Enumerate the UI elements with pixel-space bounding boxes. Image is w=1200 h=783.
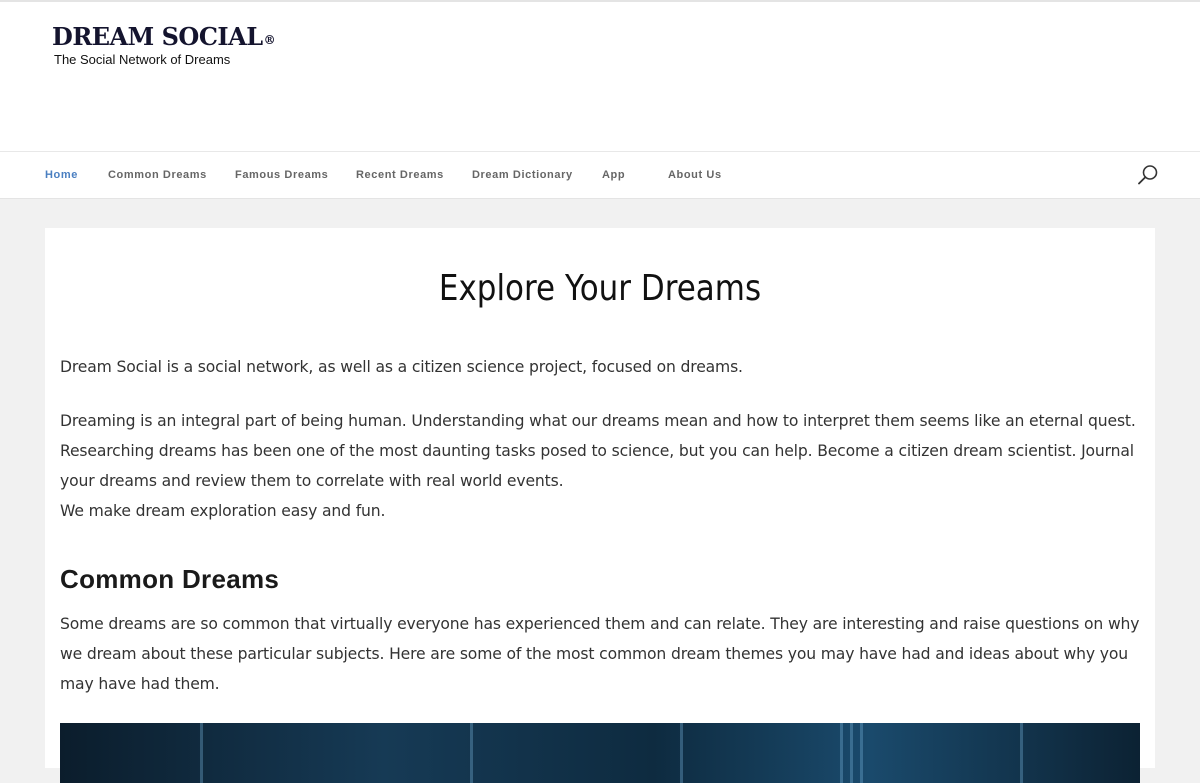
main-navigation: Home Common Dreams Famous Dreams Recent … [0, 151, 1200, 199]
main-content: Explore Your Dreams Dream Social is a so… [45, 228, 1155, 783]
search-icon [1138, 165, 1158, 185]
nav-item-app[interactable]: App [602, 169, 625, 181]
nav-item-common-dreams[interactable]: Common Dreams [108, 169, 207, 181]
common-dreams-image [60, 723, 1140, 783]
intro-paragraph: Dream Social is a social network, as wel… [60, 358, 743, 376]
logo-title: DREAM SOCIAL® [52, 22, 276, 51]
registered-mark: ® [263, 33, 276, 47]
exploration-paragraph: We make dream exploration easy and fun. [60, 502, 386, 520]
nav-item-recent-dreams[interactable]: Recent Dreams [356, 169, 444, 181]
site-header: DREAM SOCIAL® The Social Network of Drea… [0, 2, 1200, 151]
common-dreams-heading: Common Dreams [60, 564, 280, 594]
dreaming-paragraph: Dreaming is an integral part of being hu… [60, 412, 1136, 490]
nav-item-famous-dreams[interactable]: Famous Dreams [235, 169, 328, 181]
common-dreams-paragraph: Some dreams are so common that virtually… [60, 615, 1140, 693]
nav-item-home[interactable]: Home [45, 169, 78, 181]
site-logo[interactable]: DREAM SOCIAL® The Social Network of Drea… [52, 22, 276, 67]
nav-item-dream-dictionary[interactable]: Dream Dictionary [472, 169, 573, 181]
page-title: Explore Your Dreams [438, 268, 762, 309]
logo-tagline: The Social Network of Dreams [54, 52, 231, 67]
nav-item-about-us[interactable]: About Us [668, 169, 722, 181]
search-button[interactable] [1136, 163, 1160, 187]
